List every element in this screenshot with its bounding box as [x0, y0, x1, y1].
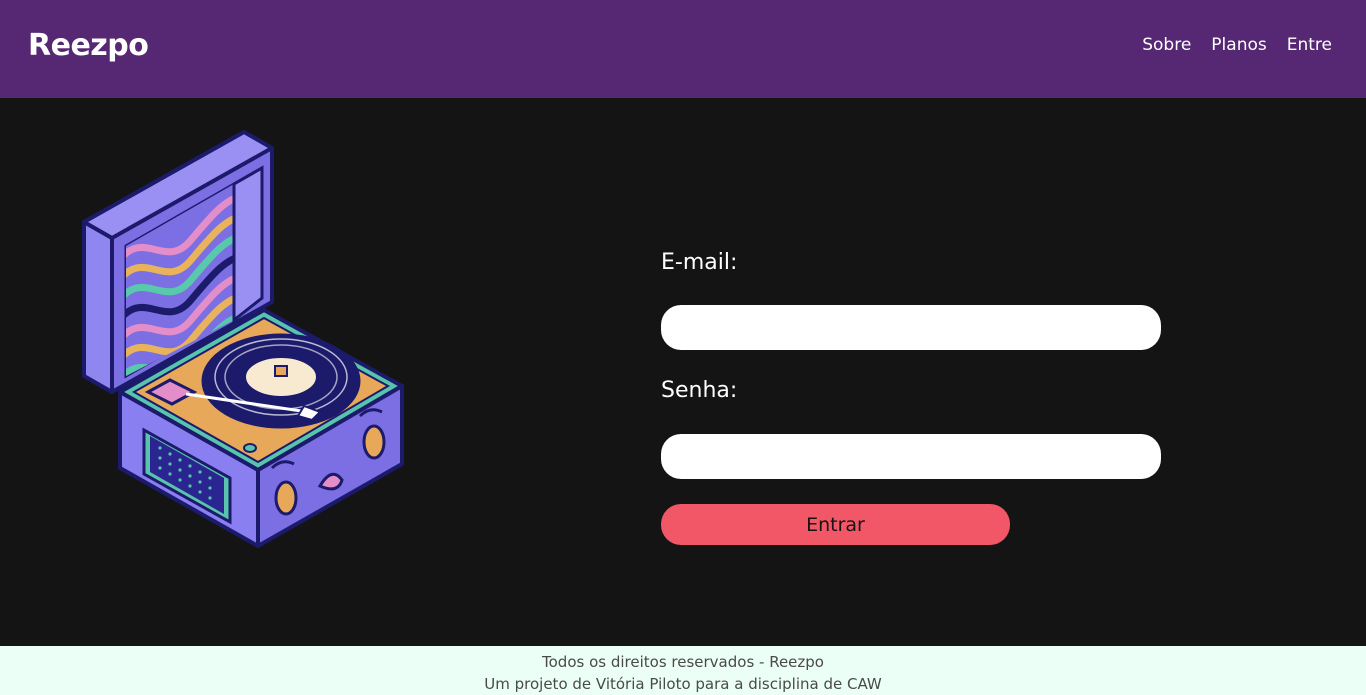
record-player-illustration — [82, 130, 404, 548]
nav-link-sobre[interactable]: Sobre — [1142, 35, 1191, 55]
email-label: E-mail: — [661, 250, 738, 275]
senha-label: Senha: — [661, 378, 738, 403]
nav-link-entre[interactable]: Entre — [1287, 35, 1332, 55]
nav-link-planos[interactable]: Planos — [1211, 35, 1266, 55]
footer-copyright: Todos os direitos reservados - Reezpo — [542, 653, 824, 671]
password-field[interactable] — [661, 434, 1161, 479]
entrar-button[interactable]: Entrar — [661, 504, 1010, 545]
main-content: E-mail: Senha: Entrar — [0, 98, 1366, 646]
footer-credits: Um projeto de Vitória Piloto para a disc… — [484, 675, 882, 693]
site-header: Reezpo Sobre Planos Entre — [0, 0, 1366, 98]
main-nav: Sobre Planos Entre — [1142, 35, 1332, 55]
site-footer: Todos os direitos reservados - Reezpo Um… — [0, 646, 1366, 695]
email-field[interactable] — [661, 305, 1161, 350]
logo[interactable]: Reezpo — [28, 28, 149, 63]
